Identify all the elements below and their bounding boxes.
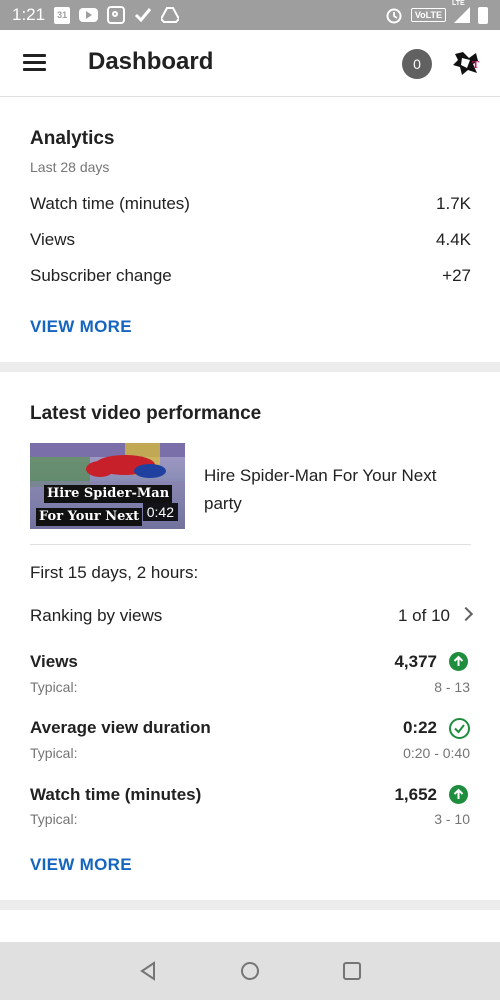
metric-watch-time-typical-label: Typical:: [30, 811, 78, 827]
video-title-link[interactable]: Hire Spider-Man For Your Next party: [204, 462, 454, 518]
metric-watch-time-typical-value: 3 - 10: [434, 811, 470, 827]
metric-avg-duration-value: 0:22: [402, 718, 437, 737]
youtube-icon: [79, 8, 99, 22]
drive-icon: [161, 7, 180, 23]
analytics-row-subscriber-change: Subscriber change +27: [30, 266, 471, 286]
check-circle-icon: [449, 718, 470, 739]
metric-avg-duration-label: Average view duration: [30, 718, 211, 737]
instagram-icon: [107, 6, 126, 24]
page-title: Dashboard: [88, 48, 214, 75]
video-duration: 0:42: [142, 503, 178, 521]
analytics-view-more-link[interactable]: VIEW MORE: [30, 317, 132, 337]
arrow-up-icon: [449, 652, 468, 671]
analytics-title: Analytics: [30, 128, 115, 149]
analytics-row-label: Views: [30, 230, 76, 249]
ranking-value: 1 of 10: [398, 606, 450, 625]
signal-icon: LTE: [452, 0, 470, 23]
metric-views-value: 4,377: [394, 652, 437, 671]
analytics-row-label: Subscriber change: [30, 266, 172, 285]
analytics-row-value: +27: [442, 266, 471, 285]
section-divider: [0, 362, 500, 372]
arrow-up-icon: [449, 785, 468, 804]
analytics-row-label: Watch time (minutes): [30, 194, 190, 213]
section-divider: [0, 900, 500, 910]
first-period-label: First 15 days, 2 hours:: [30, 563, 471, 583]
divider: [30, 544, 471, 545]
metric-views-typical-value: 8 - 13: [434, 679, 470, 695]
hamburger-menu-icon[interactable]: [23, 54, 46, 71]
metric-avg-duration-typical-value: 0:20 - 0:40: [403, 745, 470, 761]
analytics-row-value: 1.7K: [436, 194, 471, 213]
avatar[interactable]: T: [449, 46, 483, 80]
system-nav-bar: [0, 942, 500, 1000]
metric-avg-duration-typical-label: Typical:: [30, 745, 78, 761]
analytics-row-views: Views 4.4K: [30, 230, 471, 250]
metric-views-label: Views: [30, 652, 78, 671]
analytics-row-value: 4.4K: [436, 230, 471, 249]
status-time: 1:21: [12, 5, 46, 24]
alarm-icon: [385, 6, 403, 24]
home-icon[interactable]: [240, 961, 260, 986]
analytics-row-watch-time: Watch time (minutes) 1.7K: [30, 194, 471, 214]
back-icon[interactable]: [138, 961, 158, 986]
latest-video-title: Latest video performance: [30, 403, 262, 424]
battery-icon: [478, 6, 488, 24]
next-card-partial: [0, 910, 500, 942]
lte-label: LTE: [452, 0, 465, 7]
analytics-period: Last 28 days: [30, 159, 110, 175]
check-icon: [134, 7, 152, 23]
calendar-icon: 31: [54, 6, 71, 24]
latest-video-view-more-link[interactable]: VIEW MORE: [30, 855, 132, 875]
ranking-label: Ranking by views: [30, 606, 163, 625]
recents-icon[interactable]: [342, 961, 362, 986]
first-period-text: First 15 days, 2 hours:: [30, 563, 199, 582]
thumbnail-caption-line1: Hire Spider-Man: [44, 485, 173, 503]
metric-watch-time-label: Watch time (minutes): [30, 785, 202, 804]
svg-text:T: T: [472, 59, 480, 71]
metric-views-typical-label: Typical:: [30, 679, 78, 695]
metric-watch-time-value: 1,652: [394, 785, 437, 804]
video-thumbnail[interactable]: Hire Spider-Man For Your Next 0:42: [30, 443, 185, 529]
thumbnail-caption-line2: For Your Next: [36, 508, 143, 526]
app-bar: Dashboard 0 T: [0, 30, 500, 97]
notifications-badge[interactable]: 0: [402, 49, 432, 79]
status-bar: 1:21 31 VoLTE LTE: [0, 0, 500, 30]
ranking-row[interactable]: Ranking by views 1 of 10: [30, 606, 450, 626]
volte-indicator: VoLTE: [410, 8, 446, 22]
